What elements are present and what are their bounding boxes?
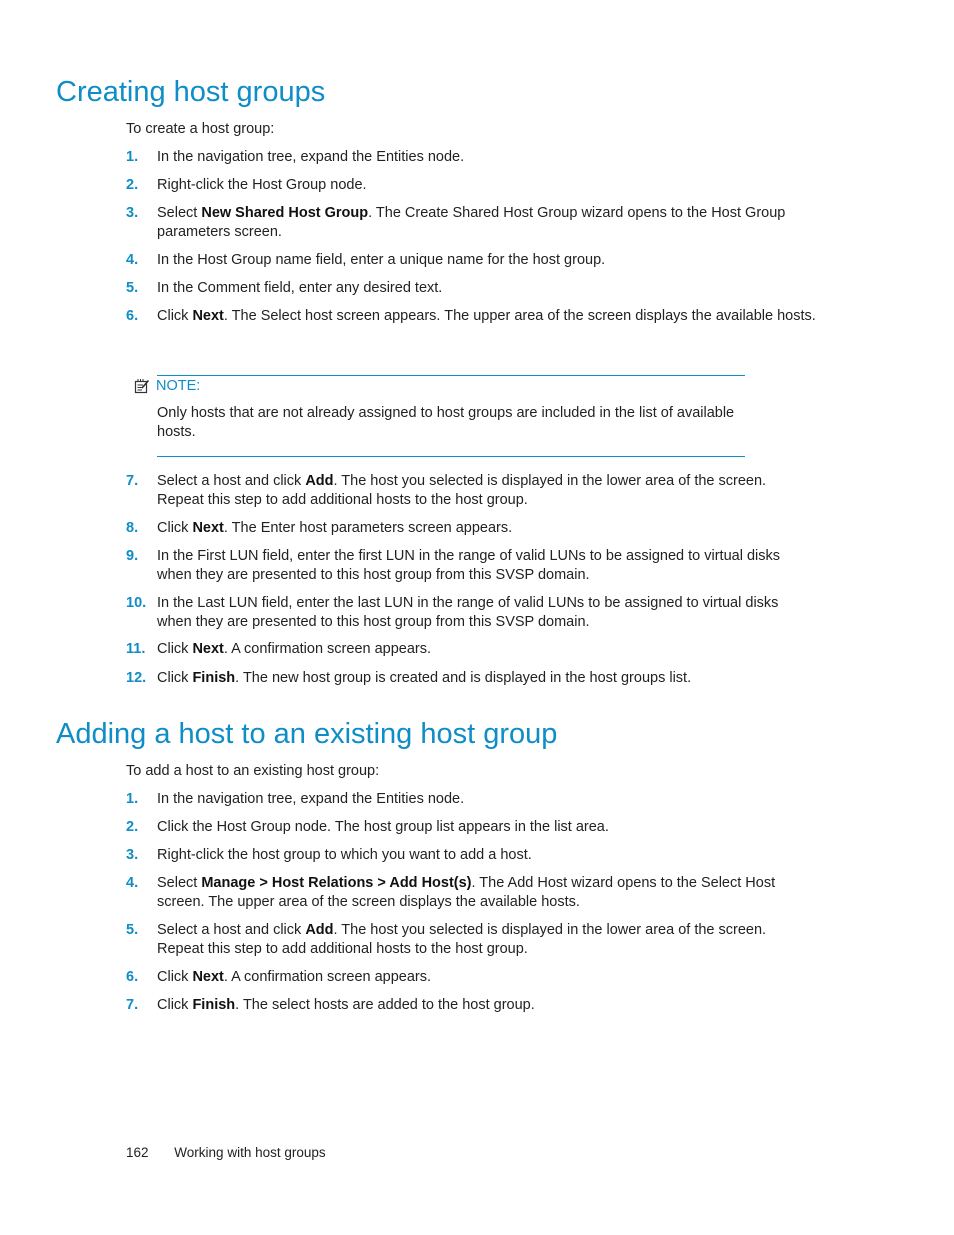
step-number: 12.: [126, 670, 147, 686]
step-number: 11.: [126, 641, 146, 657]
list-item: 10. In the Last LUN field, enter the last…: [126, 594, 816, 632]
chapter-title: Working with host groups: [174, 1145, 326, 1160]
step-text: Click Next. The Enter host parameters sc…: [157, 520, 513, 536]
note-label: NOTE:: [156, 378, 201, 394]
step-text: Select New Shared Host Group. The Create…: [157, 205, 786, 240]
step-text: Select Manage > Host Relations > Add Hos…: [157, 875, 776, 910]
list-item: 12. Click Finish. The new host group is c…: [126, 669, 816, 688]
step-number: 3.: [126, 205, 139, 221]
step-number: 4.: [126, 875, 139, 891]
ui-label: Add: [305, 473, 334, 489]
ui-label: Next: [192, 308, 224, 324]
step-text: In the navigation tree, expand the Entit…: [157, 149, 465, 165]
list-item: 2. Right-click the Host Group node.: [126, 176, 816, 195]
list-item: 4. In the Host Group name field, enter a …: [126, 251, 816, 270]
step-number: 2.: [126, 819, 139, 835]
step-number: 5.: [126, 280, 139, 296]
note-top-rule: [157, 375, 745, 376]
list-item: 11. Click Next. A confirmation screen app…: [126, 640, 816, 659]
ui-label: Next: [192, 520, 224, 536]
ui-label: Finish: [192, 997, 236, 1013]
ui-label: Add: [305, 922, 334, 938]
list-item: 7. Click Finish. The select hosts are add…: [126, 996, 816, 1015]
step-text: Click the Host Group node. The host grou…: [157, 819, 609, 835]
step-text: In the Last LUN field, enter the last LU…: [157, 595, 779, 630]
step-number: 8.: [126, 520, 139, 536]
list-item: 5. In the Comment field, enter any desire…: [126, 279, 816, 298]
note-bottom-rule: [157, 456, 745, 457]
step-text: Click Next. A confirmation screen appear…: [157, 969, 432, 985]
step-number: 1.: [126, 791, 139, 807]
step-text: Click Finish. The new host group is crea…: [157, 670, 692, 686]
step-text: Click Finish. The select hosts are added…: [157, 997, 535, 1013]
step-number: 4.: [126, 252, 139, 268]
step-number: 7.: [126, 997, 139, 1013]
ui-label: Finish: [192, 670, 236, 686]
list-item: 1. In the navigation tree, expand the Ent…: [126, 148, 816, 167]
note-icon: [134, 379, 150, 394]
section-intro: To add a host to an existing host group:: [126, 763, 380, 779]
note-text: Only hosts that are not already assigned…: [157, 405, 735, 440]
list-item: 6. Click Next. A confirmation screen appe…: [126, 968, 816, 987]
step-text: Right-click the Host Group node.: [157, 177, 367, 193]
page-number: 162: [126, 1145, 149, 1160]
step-text: In the First LUN field, enter the first …: [157, 548, 780, 583]
list-item: 3. Right-click the host group to which yo…: [126, 846, 816, 865]
note-header: NOTE:: [134, 378, 200, 394]
step-number: 5.: [126, 922, 139, 938]
step-number: 9.: [126, 548, 139, 564]
step-number: 10.: [126, 595, 147, 611]
list-item: 4. Select Manage > Host Relations > Add H…: [126, 874, 816, 912]
step-text: Right-click the host group to which you …: [157, 847, 532, 863]
step-text: In the navigation tree, expand the Entit…: [157, 791, 465, 807]
page-footer: 162 Working with host groups: [126, 1145, 326, 1160]
step-text: Select a host and click Add. The host yo…: [157, 473, 767, 508]
ui-label: Next: [192, 969, 224, 985]
step-number: 6.: [126, 969, 139, 985]
step-text: Select a host and click Add. The host yo…: [157, 922, 767, 957]
ui-label: Manage > Host Relations > Add Host(s): [201, 875, 472, 891]
ui-label: Next: [192, 641, 224, 657]
section-title-creating-host-groups: Creating host groups: [56, 76, 326, 108]
step-text: In the Host Group name field, enter a un…: [157, 252, 606, 268]
section-title-adding-host: Adding a host to an existing host group: [56, 718, 558, 750]
section-intro: To create a host group:: [126, 121, 275, 137]
step-number: 7.: [126, 473, 139, 489]
step-number: 3.: [126, 847, 139, 863]
list-item: 6. Click Next. The Select host screen app…: [126, 307, 816, 326]
list-item: 7. Select a host and click Add. The host …: [126, 472, 816, 510]
list-item: 9. In the First LUN field, enter the firs…: [126, 547, 816, 585]
list-item: 2. Click the Host Group node. The host gr…: [126, 818, 816, 837]
step-text: Click Next. A confirmation screen appear…: [157, 641, 432, 657]
list-item: 8. Click Next. The Enter host parameters …: [126, 519, 816, 538]
list-item: 3. Select New Shared Host Group. The Crea…: [126, 204, 816, 242]
step-text: Click Next. The Select host screen appea…: [157, 308, 816, 324]
step-text: In the Comment field, enter any desired …: [157, 280, 443, 296]
step-number: 2.: [126, 177, 139, 193]
ui-label: New Shared Host Group: [201, 205, 369, 221]
step-number: 1.: [126, 149, 139, 165]
list-item: 1. In the navigation tree, expand the Ent…: [126, 790, 816, 809]
list-item: 5. Select a host and click Add. The host …: [126, 921, 816, 959]
step-number: 6.: [126, 308, 139, 324]
